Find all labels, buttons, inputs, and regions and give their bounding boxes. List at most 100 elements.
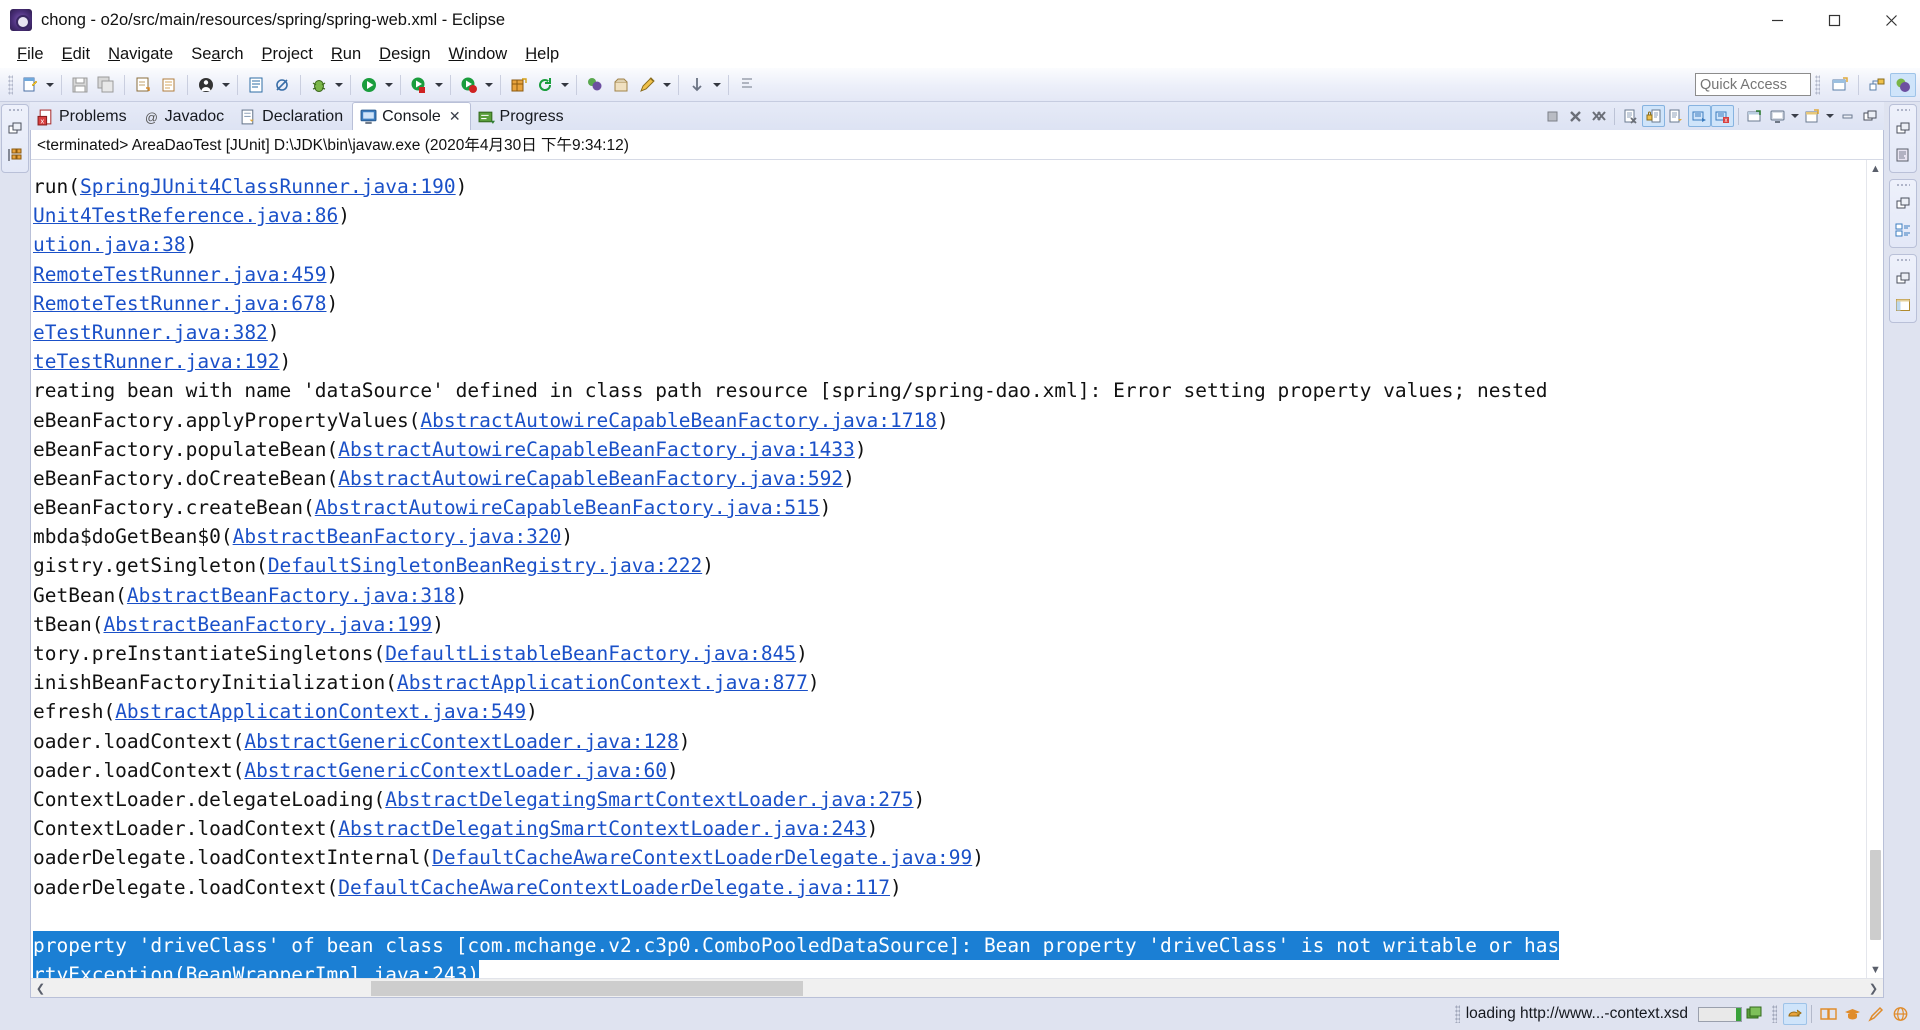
rail-grip[interactable] (1896, 258, 1910, 263)
new-wizard-icon[interactable] (17, 72, 43, 98)
scroll-left-icon[interactable]: ❮ (31, 979, 50, 998)
pencil-dropdown-icon[interactable] (660, 72, 673, 98)
stack-trace-link[interactable]: AbstractBeanFactory.java:320 (233, 525, 562, 548)
stack-trace-link[interactable]: DefaultCacheAwareContextLoaderDelegate.j… (432, 846, 972, 869)
stack-trace-link[interactable]: AbstractGenericContextLoader.java:128 (244, 730, 678, 753)
run-config-dropdown-icon[interactable] (432, 72, 445, 98)
scroll-right-icon[interactable]: ❯ (1864, 979, 1883, 998)
menu-run[interactable]: Run (322, 43, 370, 66)
stack-trace-link[interactable]: RemoteTestRunner.java:678 (33, 292, 327, 315)
close-button[interactable] (1863, 0, 1920, 40)
scroll-up-icon[interactable]: ▲ (1867, 160, 1884, 177)
restore-stack-icon[interactable] (1892, 193, 1914, 215)
open-console-button[interactable] (1801, 105, 1824, 127)
properties-view-icon[interactable] (1892, 219, 1914, 241)
stack-trace-link[interactable]: DefaultListableBeanFactory.java:845 (385, 642, 796, 665)
open-console-dropdown-icon[interactable] (1824, 105, 1836, 127)
menu-window[interactable]: Window (440, 43, 517, 66)
stack-trace-link[interactable]: DefaultSingletonBeanRegistry.java:222 (268, 554, 702, 577)
stack-trace-link[interactable]: AbstractAutowireCapableBeanFactory.java:… (315, 496, 820, 519)
console-output[interactable]: run(SpringJUnit4ClassRunner.java:190) Uni… (31, 160, 1866, 978)
maximize-view-button[interactable] (1859, 105, 1882, 127)
stack-trace-link[interactable]: AbstractBeanFactory.java:199 (103, 613, 432, 636)
tab-console-close-icon[interactable]: ✕ (449, 108, 461, 125)
java-perspective-icon[interactable] (1864, 73, 1890, 97)
new-java-package-icon[interactable] (506, 72, 532, 98)
stack-trace-link[interactable]: eTestRunner.java:382 (33, 321, 268, 344)
stack-trace-link[interactable]: BeanWrapperImpl.java:243 (186, 963, 468, 978)
restore-stack-icon[interactable] (1892, 118, 1914, 140)
link-editor-icon[interactable] (193, 72, 219, 98)
archive-icon[interactable] (608, 72, 634, 98)
stack-trace-link[interactable]: AbstractBeanFactory.java:318 (127, 584, 456, 607)
menu-edit[interactable]: Edit (53, 43, 99, 66)
menu-navigate[interactable]: Navigate (99, 43, 182, 66)
terminate-button[interactable] (1541, 105, 1564, 127)
coverage-dropdown-icon[interactable] (482, 72, 495, 98)
console-vertical-scrollbar[interactable]: ▲ ▼ (1866, 160, 1883, 978)
previous-annotation-icon[interactable] (684, 72, 710, 98)
console-horizontal-scrollbar[interactable]: ❮ ❯ (31, 978, 1883, 997)
print-icon[interactable] (156, 72, 182, 98)
stack-trace-link[interactable]: SpringJUnit4ClassRunner.java:190 (80, 175, 456, 198)
save-all-icon[interactable] (93, 72, 119, 98)
stack-trace-link[interactable]: Unit4TestReference.java:86 (33, 204, 338, 227)
show-console-on-output-button[interactable] (1688, 105, 1711, 127)
menu-project[interactable]: Project (253, 43, 322, 66)
minimize-button[interactable] (1749, 0, 1806, 40)
stack-trace-link[interactable]: AbstractAutowireCapableBeanFactory.java:… (338, 438, 855, 461)
menu-file[interactable]: File (8, 43, 53, 66)
console-selected-text[interactable]: property 'driveClass' of bean class [com… (33, 930, 1560, 961)
globe-icon[interactable] (1888, 1003, 1912, 1025)
show-console-on-error-button[interactable]: x (1711, 105, 1734, 127)
toolbar-grip[interactable] (8, 74, 13, 95)
menu-design[interactable]: Design (370, 43, 439, 66)
package-explorer-icon[interactable] (4, 144, 26, 166)
menu-search[interactable]: Search (182, 43, 252, 66)
link-editor-dropdown-icon[interactable] (219, 72, 232, 98)
run-dropdown-icon[interactable] (382, 72, 395, 98)
tab-declaration[interactable]: Declaration (233, 104, 352, 130)
rail-grip[interactable] (8, 108, 22, 113)
scroll-down-icon[interactable]: ▼ (1867, 961, 1884, 978)
word-wrap-button[interactable] (1665, 105, 1688, 127)
tab-progress[interactable]: Progress (471, 104, 573, 130)
external-tools-icon[interactable] (582, 72, 608, 98)
refresh-dropdown-icon[interactable] (558, 72, 571, 98)
coverage-icon[interactable] (456, 72, 482, 98)
stack-trace-link[interactable]: ution.java:38 (33, 233, 186, 256)
outline-view-icon[interactable] (1892, 144, 1914, 166)
tab-console[interactable]: Console ✕ (352, 102, 471, 130)
stack-trace-link[interactable]: AbstractDelegatingSmartContextLoader.jav… (338, 817, 866, 840)
restore-stack-icon[interactable] (1892, 268, 1914, 290)
restore-stack-icon[interactable] (4, 118, 26, 140)
remove-launch-button[interactable] (1564, 105, 1587, 127)
maximize-button[interactable] (1806, 0, 1863, 40)
stack-trace-link[interactable]: AbstractAutowireCapableBeanFactory.java:… (420, 409, 937, 432)
refresh-icon[interactable] (532, 72, 558, 98)
stack-trace-link[interactable]: RemoteTestRunner.java:459 (33, 263, 327, 286)
vertical-scroll-thumb[interactable] (1870, 850, 1881, 940)
console-selected-text[interactable]: rtyException(BeanWrapperImpl.java:243) (33, 960, 480, 978)
display-selected-console-button[interactable] (1766, 105, 1789, 127)
remove-all-launches-button[interactable] (1587, 105, 1610, 127)
palette-view-icon[interactable] (1892, 294, 1914, 316)
toggle-breakpoint-icon[interactable] (269, 72, 295, 98)
display-selected-console-dropdown-icon[interactable] (1789, 105, 1801, 127)
menu-help[interactable]: Help (516, 43, 568, 66)
pencil-icon[interactable] (634, 72, 660, 98)
stack-trace-link[interactable]: AbstractDelegatingSmartContextLoader.jav… (385, 788, 913, 811)
stack-trace-link[interactable]: AbstractApplicationContext.java:549 (115, 700, 526, 723)
horizontal-scroll-thumb[interactable] (371, 981, 803, 996)
stack-trace-link[interactable]: AbstractApplicationContext.java:877 (397, 671, 808, 694)
pencil-icon[interactable] (1864, 1003, 1888, 1025)
rail-grip[interactable] (1896, 108, 1910, 113)
debug-perspective-icon[interactable] (1890, 73, 1916, 97)
graduation-cap-icon[interactable] (1840, 1003, 1864, 1025)
tab-javadoc[interactable]: @ Javadoc (136, 104, 234, 130)
quick-access-grip[interactable] (1815, 74, 1820, 95)
toggle-mark-occurrences-icon[interactable] (1783, 1003, 1807, 1025)
rail-grip[interactable] (1896, 183, 1910, 188)
next-annotation-icon[interactable] (734, 72, 760, 98)
quick-access-input[interactable] (1695, 73, 1811, 96)
